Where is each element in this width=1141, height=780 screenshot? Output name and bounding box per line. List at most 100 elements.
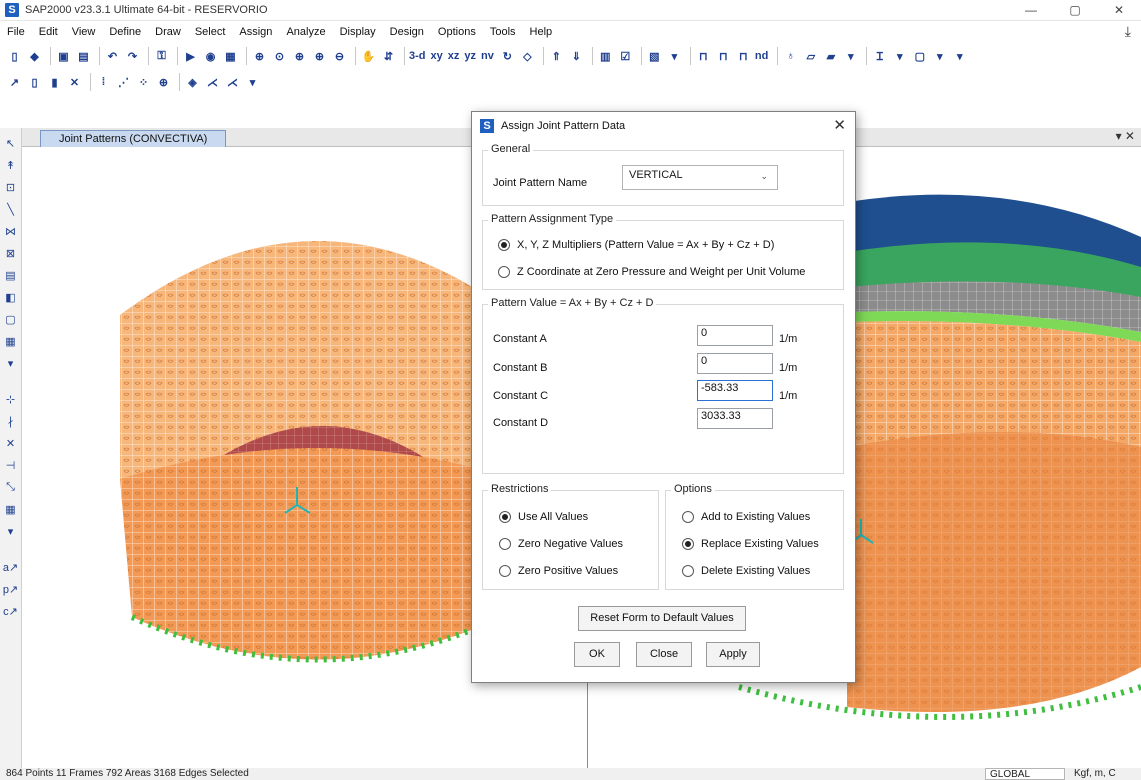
select-pointer-icon[interactable]: ↖ [3,134,19,152]
draw-joint-icon[interactable]: ⊡ [3,178,19,196]
zoom-window-icon[interactable]: ⊕ [251,47,268,65]
close-button[interactable]: Close [636,642,692,667]
dropdown-arrow-icon[interactable]: ▾ [842,47,859,65]
copy-icon[interactable]: ▯ [26,73,43,91]
pan-icon[interactable]: ✋ [360,47,377,65]
download-icon[interactable]: ⤓ [1125,23,1131,40]
reset-form-button[interactable]: Reset Form to Default Values [578,606,746,631]
deformed-shape-icon[interactable]: ♁ [782,47,799,65]
frame-icon[interactable]: ⊓ [695,47,712,65]
menu-assign[interactable]: Assign [232,21,279,43]
divide-icon[interactable]: ⊕ [155,73,172,91]
nd-label[interactable]: nd [755,50,768,62]
ok-button[interactable]: OK [574,642,620,667]
zoom-restore-icon[interactable]: ⊙ [271,47,288,65]
select-diagonal-icon[interactable]: ⤡ [3,478,19,496]
rotate-icon[interactable]: ↻ [499,47,516,65]
select-intersect-icon[interactable]: ⊣ [3,456,19,474]
print-icon[interactable]: ▤ [75,47,92,65]
join-icon[interactable]: ⋌ [224,73,241,91]
draw-cable-icon[interactable]: ⋈ [3,222,19,240]
dropdown-arrow-icon[interactable]: ▾ [931,47,948,65]
dropdown-arrow-icon[interactable]: ▾ [951,47,968,65]
frame-loads-icon[interactable]: ⊓ [735,47,752,65]
pattern-name-select[interactable]: VERTICAL ⌄ [622,165,778,190]
menu-define[interactable]: Define [102,21,148,43]
draw-brace-icon[interactable]: ⊠ [3,244,19,262]
new-model-icon[interactable]: ▯ [6,47,23,65]
perspective-icon[interactable]: ◇ [519,47,536,65]
select-grid-icon[interactable]: ▦ [3,500,19,518]
reshape-icon[interactable]: ↟ [3,156,19,174]
radio-replace-existing[interactable]: Replace Existing Values [682,538,819,550]
menu-view[interactable]: View [65,21,103,43]
table-icon[interactable]: ▦ [222,47,239,65]
constant-c-input[interactable]: -583.33 [697,380,773,401]
zoom-out-icon[interactable]: ⊖ [331,47,348,65]
zoom-in-icon[interactable]: ⊕ [291,47,308,65]
select-all-icon[interactable]: a↗ [3,558,19,576]
dropdown-arrow-icon[interactable]: ▾ [891,47,908,65]
view-nv-button[interactable]: nv [481,50,494,62]
draw-frame-icon[interactable]: ╲ [3,200,19,218]
menu-analyze[interactable]: Analyze [279,21,332,43]
align-icon[interactable]: ◈ [184,73,201,91]
menu-tools[interactable]: Tools [483,21,523,43]
run-analysis-icon[interactable]: ▶ [182,47,199,65]
minimize-button[interactable]: — [1009,0,1053,21]
save-icon[interactable]: ▣ [55,47,72,65]
checked-display-icon[interactable]: ☑ [617,47,634,65]
paste-icon[interactable]: ▮ [46,73,63,91]
design-icon[interactable]: ▰ [822,47,839,65]
move-up-icon[interactable]: ⇑ [548,47,565,65]
quick-draw-icon[interactable]: ▤ [3,266,19,284]
units-select[interactable]: Kgf, m, C [1070,768,1141,780]
menu-edit[interactable]: Edit [32,21,65,43]
draw-area-icon[interactable]: ◧ [3,288,19,306]
previous-selection-icon[interactable]: p↗ [3,580,19,598]
replicate-icon[interactable]: ⁞ [95,73,112,91]
view-3d-button[interactable]: 3-d [409,50,426,62]
select-line-icon[interactable]: ∤ [3,412,19,430]
radio-add-to-existing[interactable]: Add to Existing Values [682,511,810,523]
show-forces-icon[interactable]: ▧ [646,47,663,65]
i-section-icon[interactable]: Ɪ [871,47,888,65]
clear-selection-icon[interactable]: c↗ [3,602,19,620]
pointer-tool-icon[interactable]: ↗ [6,73,23,91]
undo-icon[interactable]: ↶ [104,47,121,65]
dropdown-arrow-icon[interactable]: ▾ [666,47,683,65]
dropdown-arrow-icon[interactable]: ▾ [3,354,19,372]
zoom-step-in-icon[interactable]: ⊕ [311,47,328,65]
radio-xyz-multipliers[interactable]: X, Y, Z Multipliers (Pattern Value = Ax … [498,239,774,251]
dropdown-arrow-icon[interactable]: ▾ [244,73,261,91]
constant-b-input[interactable]: 0 [697,353,773,374]
radio-use-all-values[interactable]: Use All Values [499,511,588,523]
area-icon[interactable]: ▢ [911,47,928,65]
maximize-button[interactable]: ▢ [1053,0,1097,21]
radio-delete-existing[interactable]: Delete Existing Values [682,565,810,577]
run-now-icon[interactable]: ◉ [202,47,219,65]
apply-button[interactable]: Apply [706,642,760,667]
constant-a-input[interactable]: 0 [697,325,773,346]
display-options-icon[interactable]: ▥ [597,47,614,65]
extrude-icon[interactable]: ⋰ [115,73,132,91]
open-model-icon[interactable]: ◆ [26,47,43,65]
coordinate-system-select[interactable]: GLOBAL [985,768,1065,780]
menu-options[interactable]: Options [431,21,483,43]
draw-rectangle-icon[interactable]: ▢ [3,310,19,328]
dropdown-arrow-icon[interactable]: ▾ [3,522,19,540]
unlock-icon[interactable]: ⚿ [153,47,170,65]
menu-draw[interactable]: Draw [148,21,188,43]
quick-area-icon[interactable]: ▦ [3,332,19,350]
mesh-icon[interactable]: ⁘ [135,73,152,91]
radio-zero-positive-values[interactable]: Zero Positive Values [499,565,618,577]
menu-display[interactable]: Display [333,21,383,43]
move-down-icon[interactable]: ⇓ [568,47,585,65]
select-window-icon[interactable]: ⊹ [3,390,19,408]
select-cross-icon[interactable]: ✕ [3,434,19,452]
close-window-button[interactable]: ✕ [1097,0,1141,21]
menu-design[interactable]: Design [383,21,431,43]
view-xz-button[interactable]: xz [448,50,460,62]
constant-d-input[interactable]: 3033.33 [697,408,773,429]
radio-z-coordinate[interactable]: Z Coordinate at Zero Pressure and Weight… [498,266,805,278]
